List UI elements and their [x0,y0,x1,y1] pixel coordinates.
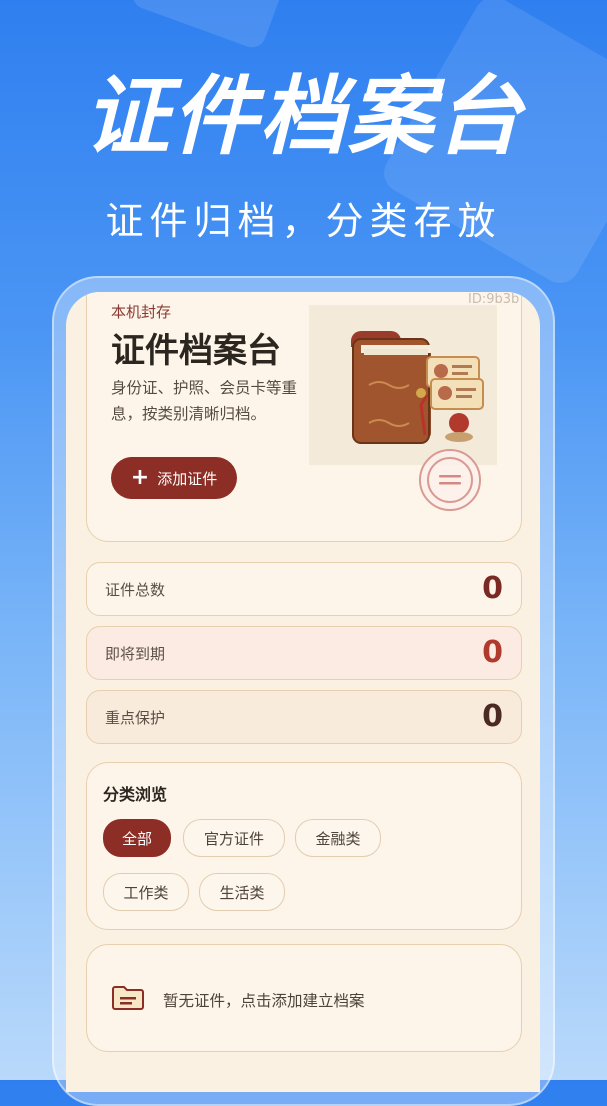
hero-title: 证件档案台 [111,331,281,371]
hero-card: 本机封存 证件档案台 身份证、护照、会员卡等重 息，按类别清晰归档。 + 添加证… [86,292,522,542]
category-chip-official[interactable]: 官方证件 [183,819,285,857]
id-label: ID:9b3b [468,292,520,307]
add-document-button[interactable]: + 添加证件 [111,457,237,499]
promo-title: 证件档案台 [83,67,524,167]
add-document-button-label: 添加证件 [157,469,218,488]
hero-description: 身份证、护照、会员卡等重 息，按类别清晰归档。 [111,375,321,427]
category-chip-finance[interactable]: 金融类 [295,819,381,857]
hero-description-line: 身份证、护照、会员卡等重 [111,379,298,397]
app-screen: 本机封存 证件档案台 身份证、护照、会员卡等重 息，按类别清晰归档。 + 添加证… [66,292,540,1092]
stat-label: 即将到期 [105,645,166,663]
stat-value: 0 [482,635,503,670]
stat-value: 0 [482,571,503,606]
category-title: 分类浏览 [103,785,168,804]
category-browser: 分类浏览 全部 官方证件 金融类 工作类 生活类 [86,762,522,930]
hero-description-line: 息，按类别清晰归档。 [111,405,267,423]
stat-expiring-card[interactable]: 即将到期 0 [86,626,522,680]
stat-protected-card[interactable]: 重点保护 0 [86,690,522,744]
plus-icon: + [130,465,150,490]
stat-label: 重点保护 [105,709,166,727]
category-chip-life[interactable]: 生活类 [199,873,285,911]
hero-tag: 本机封存 [111,303,172,321]
folder-icon [111,985,145,1015]
document-folder-illustration [309,305,497,465]
empty-state-text: 暂无证件，点击添加建立档案 [163,992,365,1010]
background-decoration [128,0,292,52]
menu-button[interactable] [419,449,481,511]
category-chip-all[interactable]: 全部 [103,819,171,857]
menu-icon [427,457,473,503]
stat-label: 证件总数 [105,581,166,599]
empty-state: 暂无证件，点击添加建立档案 [86,944,522,1052]
promo-subtitle: 证件归档，分类存放 [105,199,502,243]
stat-value: 0 [482,699,503,734]
category-chip-work[interactable]: 工作类 [103,873,189,911]
stat-total-card[interactable]: 证件总数 0 [86,562,522,616]
